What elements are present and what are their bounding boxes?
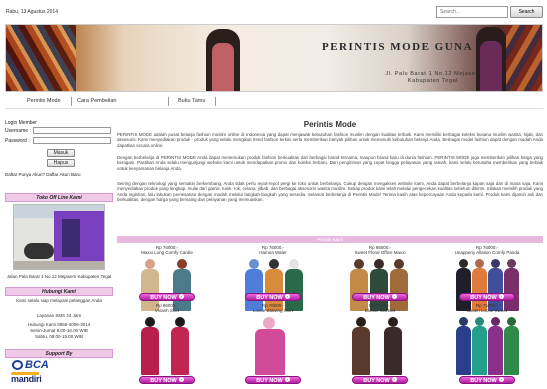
register-link[interactable]: Daftar Punya Akun? Daftar Akun Baru — [5, 172, 81, 177]
mandiri-logo: mandiri — [11, 374, 42, 384]
buy-now-button[interactable]: BUY NOW › — [245, 293, 301, 301]
contact-line1: Hubungi Kami 0856-4006-3014 — [27, 322, 91, 327]
banner-address-line1: Jl. Palu Barat 1 No.12 Mejasem — [385, 71, 481, 77]
page-title: Perintis Mode — [303, 120, 357, 129]
store-heading: Toko Off Line Kami — [5, 193, 113, 202]
nav-divider — [168, 97, 169, 106]
product-image[interactable] — [451, 315, 523, 375]
arrow-right-icon: › — [178, 294, 184, 299]
arrow-right-icon: › — [391, 377, 397, 382]
store-photo — [13, 204, 105, 270]
buy-now-label: BUY NOW — [470, 295, 497, 301]
password-field[interactable] — [33, 137, 111, 144]
buy-now-label: BUY NOW — [363, 378, 390, 384]
login-title: Login Member — [5, 120, 37, 126]
arrow-right-icon: › — [284, 377, 290, 382]
buy-now-button[interactable]: BUY NOW › — [352, 293, 408, 301]
contact-line2: Senin-Jumat 8.00-16.00 WIB — [30, 328, 88, 333]
product-image[interactable] — [237, 315, 309, 375]
intro-paragraph-3: Seiring dengan teknologi yang semakin be… — [117, 181, 543, 203]
login-button[interactable]: Masuk — [47, 149, 75, 157]
current-date: Rabu, 13 Agustus 2014 — [6, 9, 58, 15]
buy-now-button[interactable]: BUY NOW › — [352, 376, 408, 384]
contact-text: Kami selalu siap melayani pelanggan Anda — [16, 298, 102, 303]
bca-logo: BCA — [25, 359, 49, 371]
product-name[interactable]: Hamna Water — [223, 250, 323, 255]
product-name[interactable]: Unappeny Allation Comfy Panda — [437, 250, 537, 255]
buy-now-label: BUY NOW — [256, 378, 283, 384]
top-bar: Rabu, 13 Agustus 2014 Search — [0, 0, 547, 24]
nav-item-perintis-mode[interactable]: Perintis Mode — [27, 98, 61, 104]
nav-divider — [215, 97, 216, 106]
contact-line3: Sabtu, 08.00-15.00 WIB — [34, 334, 84, 339]
product-name[interactable]: Maxxi Long Comfy Cardie — [117, 250, 217, 255]
username-label: Username : — [5, 128, 31, 134]
contact-heading: Hubungi Kami — [5, 287, 113, 296]
arrow-right-icon: › — [178, 377, 184, 382]
buy-now-button[interactable]: BUY NOW › — [459, 293, 515, 301]
search-input[interactable] — [436, 6, 508, 18]
product-image[interactable] — [131, 315, 203, 375]
intro-paragraph-2: Dengan berbelanja di PERINTIS MODE Anda … — [117, 155, 543, 171]
buy-now-button[interactable]: BUY NOW › — [139, 376, 195, 384]
buy-now-button[interactable]: BUY NOW › — [245, 376, 301, 384]
nav-item-buku-tamu[interactable]: Buku Tamu — [178, 98, 205, 104]
reset-button[interactable]: Hapus — [47, 159, 75, 167]
store-floor — [14, 261, 104, 269]
buy-now-label: BUY NOW — [256, 295, 283, 301]
nav-item-cara-pembelian[interactable]: Cara Pembelian — [77, 98, 116, 104]
support-heading: Support By — [5, 349, 113, 358]
search-button[interactable]: Search — [510, 6, 543, 18]
arrow-right-icon: › — [391, 294, 397, 299]
arrow-right-icon: › — [284, 294, 290, 299]
store-motorbike — [24, 243, 54, 259]
buy-now-button[interactable]: BUY NOW › — [459, 376, 515, 384]
banner-address-line2: Kabupaten Tegal — [407, 78, 459, 84]
banner-fabric-right — [506, 25, 542, 91]
buy-now-label: BUY NOW — [150, 378, 177, 384]
arrow-right-icon: › — [498, 294, 504, 299]
nav-divider — [71, 97, 72, 106]
header-banner: PERINTIS MODE GUNA Jl. Palu Barat 1 No.1… — [5, 24, 543, 92]
intro-paragraph-1: PERINTIS MODE adalah pusat belanja fashi… — [117, 132, 543, 148]
store-address: Jalan Pala Barat 1 No.12 Mejasem Kabupat… — [6, 274, 112, 279]
arrow-right-icon: › — [498, 377, 504, 382]
product-name[interactable]: Blouse Shirtset — [330, 308, 430, 313]
product-image[interactable] — [344, 315, 416, 375]
banner-model-right-dress — [480, 41, 502, 91]
service-hours: Layanan SMS 24 Jam — [36, 313, 82, 318]
banner-title: PERINTIS MODE GUNA — [322, 41, 474, 53]
buy-now-label: BUY NOW — [470, 378, 497, 384]
banner-address: Jl. Palu Barat 1 No.12 Mejasem Kabupaten… — [378, 71, 488, 85]
product-name[interactable]: Sweet Floral Office Maxxi — [330, 250, 430, 255]
product-name[interactable]: Vivanh Shirt — [117, 308, 217, 313]
banner-fabric-left — [6, 25, 76, 91]
password-label: Password : — [5, 138, 30, 144]
buy-now-label: BUY NOW — [150, 295, 177, 301]
products-heading: Produk Kami — [117, 236, 543, 243]
product-name[interactable]: Loose Batwing Shirt — [223, 308, 323, 313]
main-nav: Perintis Mode Cara Pembelian Buku Tamu — [5, 95, 543, 109]
product-name[interactable]: Basen Loose Sweet — [437, 308, 537, 313]
store-door — [62, 219, 80, 257]
buy-now-label: BUY NOW — [363, 295, 390, 301]
username-field[interactable] — [33, 127, 111, 134]
bca-logo-icon — [12, 360, 23, 370]
buy-now-button[interactable]: BUY NOW › — [139, 293, 195, 301]
banner-model-left-dress — [212, 43, 234, 91]
